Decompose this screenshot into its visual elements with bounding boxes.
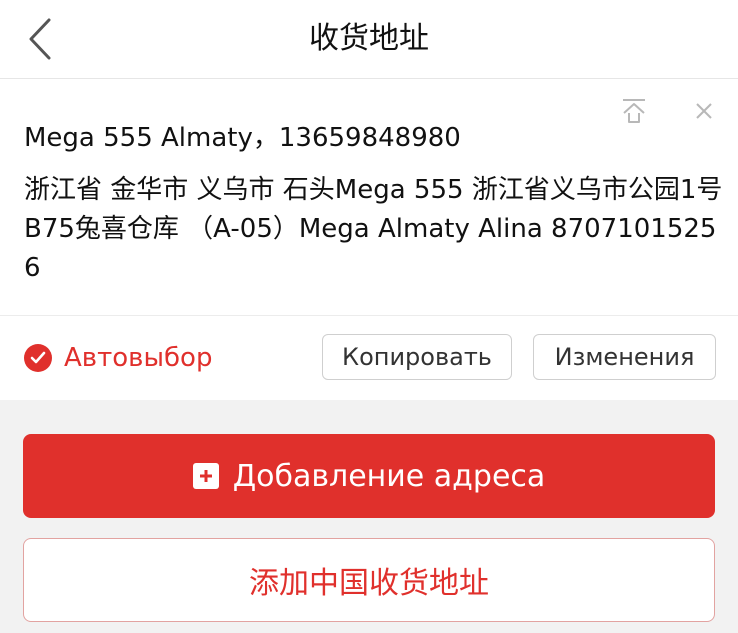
add-address-label: Добавление адреса	[232, 458, 546, 494]
plus-icon	[192, 463, 219, 489]
checkmark-circle-icon	[24, 344, 52, 372]
add-china-address-label: 添加中国收货地址	[249, 566, 489, 601]
auto-select-toggle[interactable]: Автовыбор	[24, 339, 212, 377]
pin-to-top-button[interactable]	[616, 95, 652, 127]
add-address-button[interactable]: Добавление адреса	[23, 434, 715, 518]
recipient-name-phone: Mega 555 Almaty，13659848980	[24, 123, 461, 153]
address-card[interactable]: Mega 555 Almaty，13659848980 浙江省 金华市 义乌市 …	[0, 79, 738, 400]
auto-select-label: Автовыбор	[64, 343, 213, 373]
page-title: 收货地址	[309, 21, 429, 56]
close-icon	[696, 103, 712, 119]
add-china-address-button[interactable]: 添加中国收货地址	[23, 538, 715, 622]
address-detail: 浙江省 金华市 义乌市 石头Mega 555 浙江省义乌市公园1号B75兔喜仓库…	[24, 175, 723, 283]
delete-address-button[interactable]	[686, 95, 722, 127]
pin-to-top-icon	[623, 99, 645, 123]
edit-button[interactable]: Изменения	[533, 334, 716, 380]
copy-button[interactable]: Копировать	[322, 334, 512, 380]
divider	[0, 315, 738, 316]
top-bar: 收货地址	[0, 0, 738, 79]
